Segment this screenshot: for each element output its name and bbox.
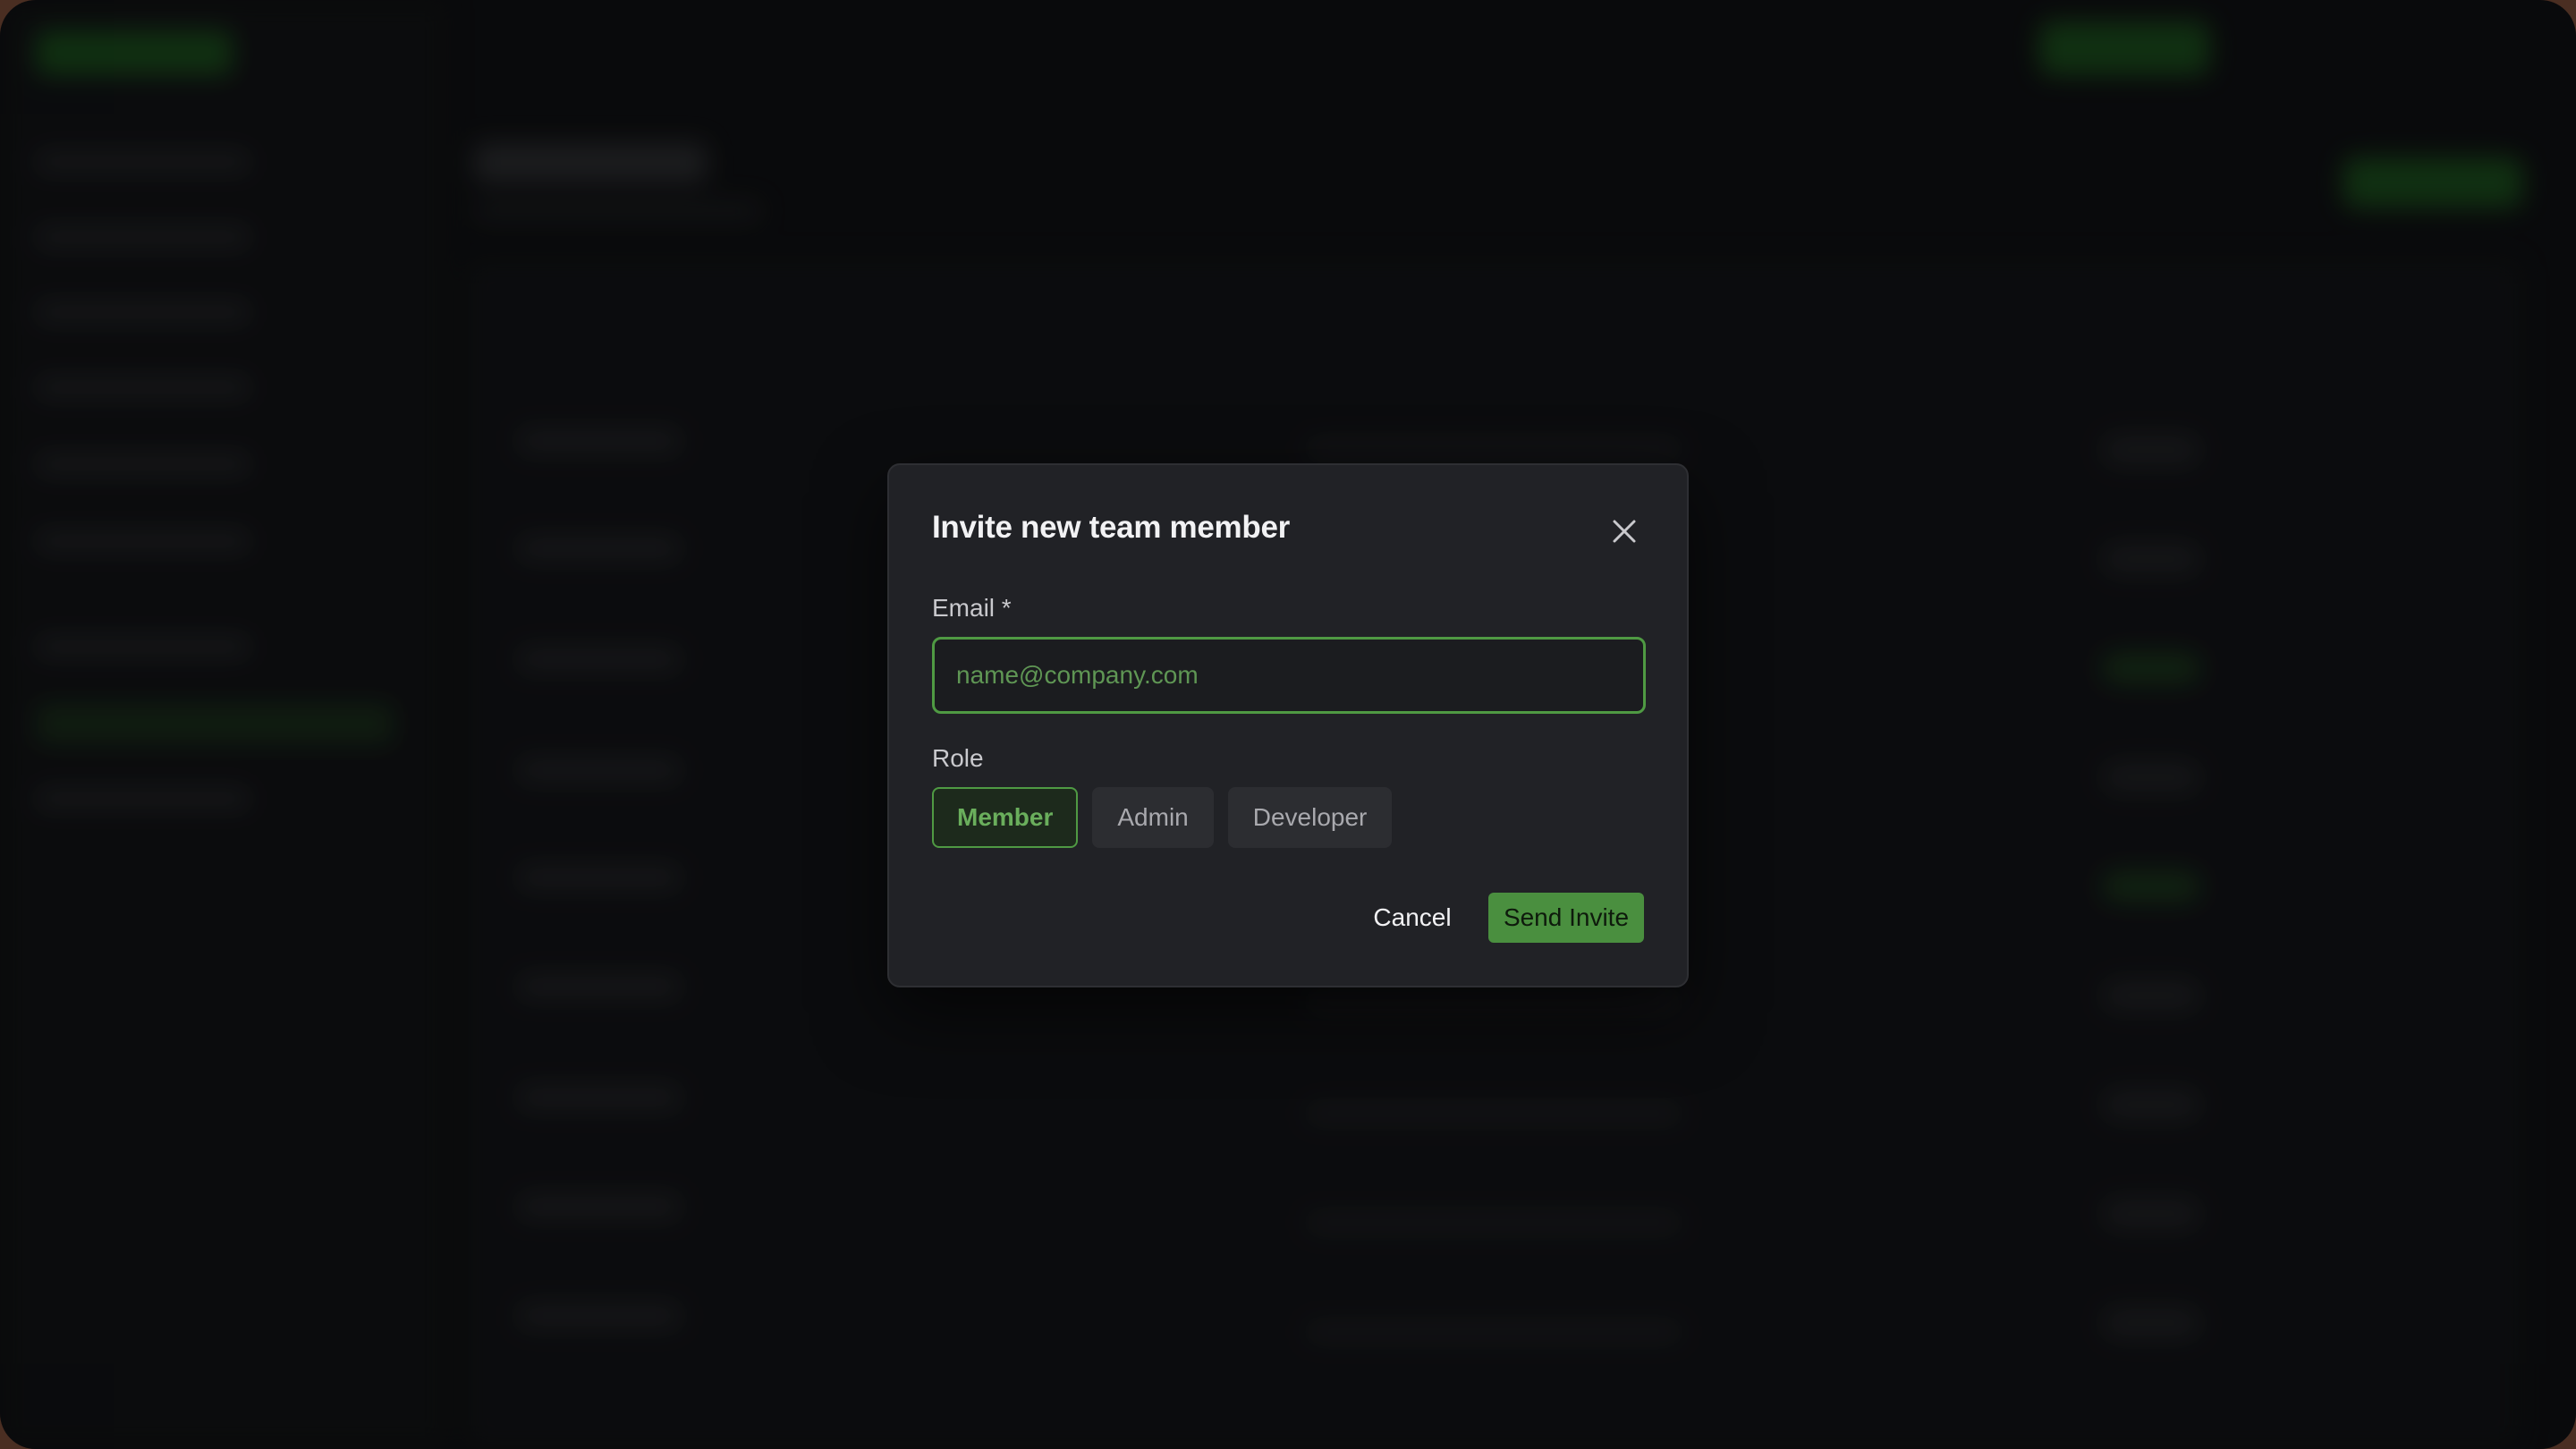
cancel-button[interactable]: Cancel [1345,893,1479,943]
role-label: Role [932,744,984,772]
app-window: Invite new team member Email * Role Memb… [0,0,2576,1449]
role-option-admin[interactable]: Admin [1092,787,1214,848]
dialog-title: Invite new team member [932,510,1290,545]
email-field[interactable] [932,637,1646,714]
role-option-member[interactable]: Member [932,787,1079,848]
role-selector: Member Admin Developer [932,787,1393,848]
email-label: Email * [932,594,1012,622]
role-option-developer[interactable]: Developer [1227,787,1393,848]
close-button[interactable] [1601,508,1648,555]
close-icon [1613,520,1636,543]
invite-member-dialog: Invite new team member Email * Role Memb… [887,463,1689,987]
send-invite-button[interactable]: Send Invite [1488,893,1644,943]
